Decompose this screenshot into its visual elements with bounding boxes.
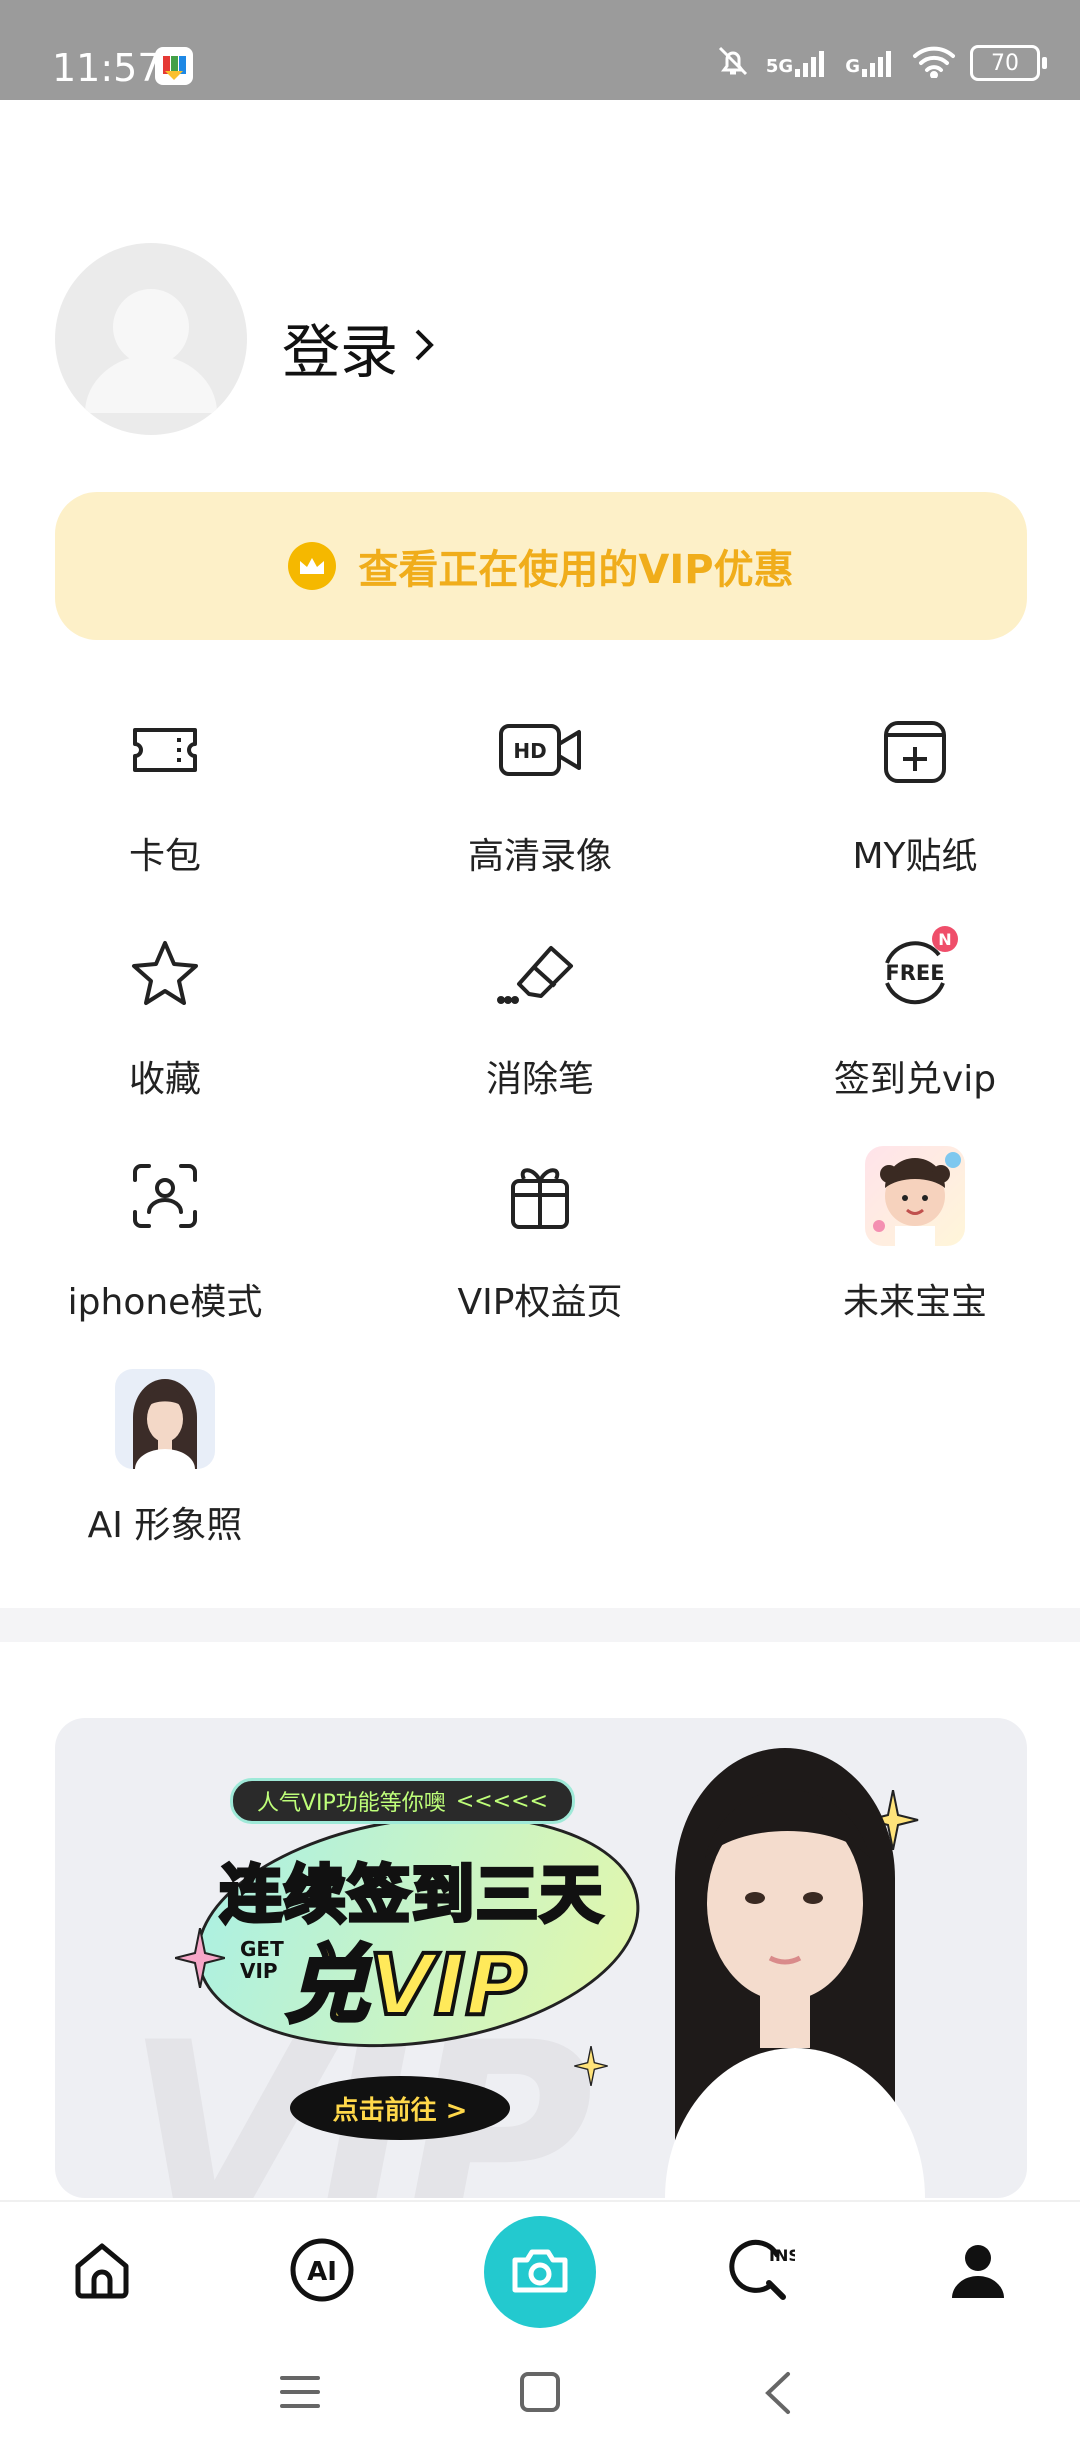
menu-checkin-vip[interactable]: FREE N 签到兑vip bbox=[750, 918, 1080, 1102]
avatar[interactable] bbox=[55, 243, 247, 435]
system-nav-bar bbox=[0, 2330, 1080, 2460]
wifi-icon bbox=[912, 44, 956, 82]
menu-hd-video[interactable]: HD 高清录像 bbox=[375, 695, 705, 879]
svg-text:INS: INS bbox=[769, 2246, 795, 2265]
promo-get-vip: GET VIP bbox=[240, 1937, 284, 1983]
chevron-right-icon bbox=[412, 313, 438, 381]
go-now-button[interactable]: 点击前往 > bbox=[290, 2076, 510, 2140]
star-icon bbox=[110, 918, 220, 1028]
menu-label: AI 形象照 bbox=[87, 1505, 243, 1546]
sparkle-icon bbox=[174, 1927, 226, 1992]
svg-text:FREE: FREE bbox=[885, 961, 944, 985]
section-divider bbox=[0, 1608, 1080, 1642]
ticket-icon bbox=[110, 695, 220, 805]
home-icon bbox=[72, 2240, 132, 2304]
person-icon bbox=[948, 2240, 1008, 2304]
promo-model-photo bbox=[635, 1728, 995, 2198]
eraser-icon bbox=[485, 918, 595, 1028]
ai-icon: AI bbox=[289, 2237, 355, 2307]
sparkle-icon bbox=[573, 2045, 609, 2090]
login-label: 登录 bbox=[282, 318, 399, 386]
vip-offer-banner[interactable]: 查看正在使用的VIP优惠 bbox=[55, 492, 1027, 640]
portrait-photo-icon bbox=[110, 1364, 220, 1474]
menu-label: VIP权益页 bbox=[457, 1282, 623, 1323]
menu-eraser[interactable]: 消除笔 bbox=[375, 918, 705, 1102]
status-time: 11:57 bbox=[52, 46, 162, 90]
nav-ai[interactable]: AI bbox=[282, 2232, 362, 2312]
face-scan-icon bbox=[110, 1141, 220, 1251]
nav-profile[interactable] bbox=[938, 2232, 1018, 2312]
menu-label: 签到兑vip bbox=[833, 1059, 997, 1100]
status-bar: 11:57 5G G 70 bbox=[0, 0, 1080, 100]
menu-label: 未来宝宝 bbox=[842, 1282, 987, 1323]
mute-icon bbox=[714, 42, 752, 84]
menu-my-sticker[interactable]: MY贴纸 bbox=[750, 695, 1080, 879]
menu-card-wallet[interactable]: 卡包 bbox=[0, 695, 330, 879]
bottom-nav-bar: AI INS bbox=[0, 2200, 1080, 2332]
menu-icon[interactable] bbox=[278, 2372, 322, 2416]
signal-5g-icon: 5G bbox=[766, 49, 831, 77]
promo-big-text: 兑VIP bbox=[283, 1934, 529, 2036]
camera-icon bbox=[511, 2246, 569, 2298]
menu-label: MY贴纸 bbox=[852, 836, 978, 877]
gift-icon bbox=[485, 1141, 595, 1251]
home-square-icon[interactable] bbox=[518, 2370, 562, 2418]
menu-label: iphone模式 bbox=[67, 1282, 263, 1323]
nav-camera-button[interactable] bbox=[484, 2216, 596, 2328]
nav-ins[interactable]: INS bbox=[720, 2232, 800, 2312]
nav-home[interactable] bbox=[62, 2232, 142, 2312]
new-badge: N bbox=[932, 926, 958, 952]
crown-icon bbox=[288, 542, 337, 590]
menu-ai-portrait[interactable]: AI 形象照 bbox=[0, 1364, 330, 1548]
vip-offer-text: 查看正在使用的VIP优惠 bbox=[358, 547, 794, 593]
menu-label: 高清录像 bbox=[467, 836, 612, 877]
sticker-add-icon bbox=[860, 695, 970, 805]
baby-photo-icon bbox=[860, 1141, 970, 1251]
menu-label: 消除笔 bbox=[485, 1059, 594, 1100]
menu-future-baby[interactable]: 未来宝宝 bbox=[750, 1141, 1080, 1325]
signal-g-icon: G bbox=[845, 49, 898, 77]
login-link[interactable]: 登录 bbox=[282, 305, 438, 389]
menu-vip-benefits[interactable]: VIP权益页 bbox=[375, 1141, 705, 1325]
battery-indicator: 70 bbox=[970, 45, 1047, 81]
menu-label: 卡包 bbox=[128, 836, 201, 877]
menu-iphone-mode[interactable]: iphone模式 bbox=[0, 1141, 330, 1325]
checkin-promo-banner[interactable]: VIP 人气VIP功能等你噢<<<<< 连续签到三天 GET VIP 兑VIP … bbox=[55, 1718, 1027, 2198]
menu-favorites[interactable]: 收藏 bbox=[0, 918, 330, 1102]
free-icon: FREE N bbox=[860, 918, 970, 1028]
hd-video-icon: HD bbox=[485, 695, 595, 805]
svg-text:HD: HD bbox=[513, 739, 546, 763]
ins-search-icon: INS bbox=[725, 2235, 800, 2309]
promo-tag: 人气VIP功能等你噢 <<<<< bbox=[230, 1778, 575, 1824]
back-icon[interactable] bbox=[760, 2370, 796, 2420]
app-notification-icon bbox=[155, 47, 193, 85]
menu-label: 收藏 bbox=[128, 1059, 201, 1100]
svg-text:AI: AI bbox=[307, 2257, 337, 2287]
